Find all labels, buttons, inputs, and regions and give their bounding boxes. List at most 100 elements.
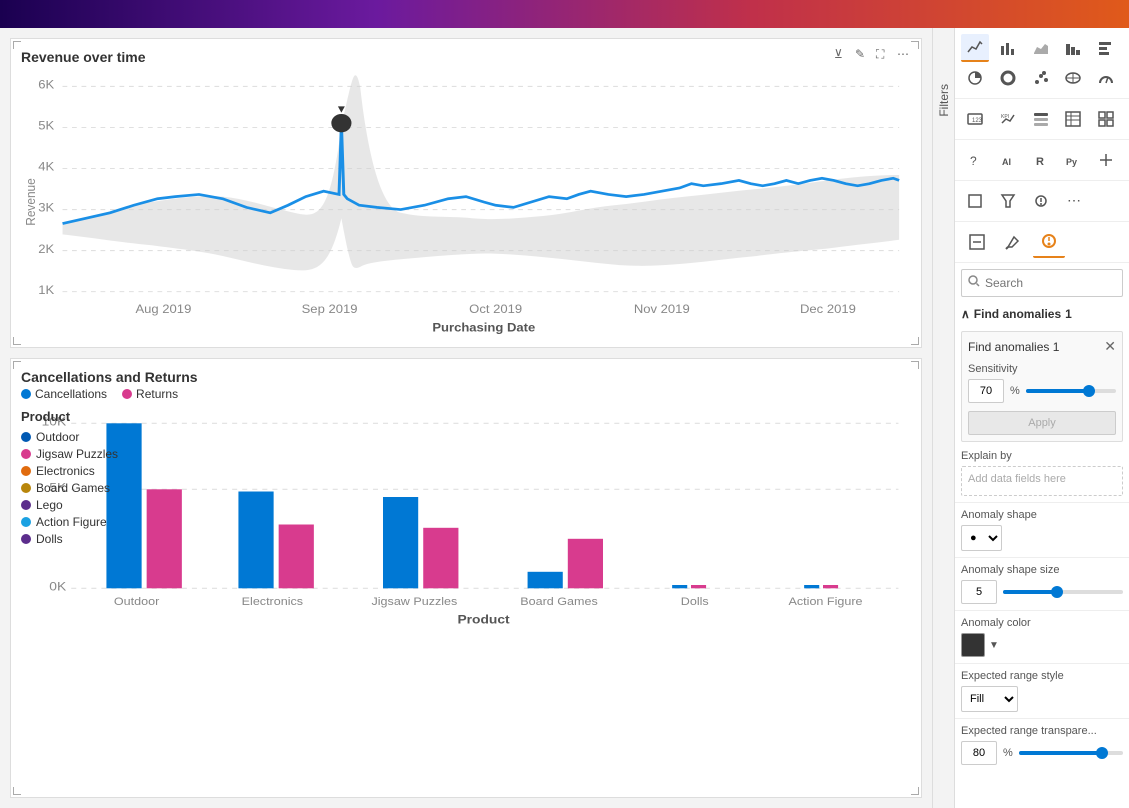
transparency-slider[interactable] [1019,751,1123,755]
close-anomaly-btn[interactable]: ✕ [1104,338,1116,355]
legend-lego: Lego [21,498,118,512]
viz-icon-area[interactable] [1027,34,1055,62]
anomaly-size-slider[interactable] [1003,590,1123,594]
svg-text:4K: 4K [38,160,55,173]
svg-text:Nov 2019: Nov 2019 [634,303,690,316]
svg-text:123: 123 [972,118,983,124]
search-input[interactable] [985,276,1116,290]
filters-label[interactable]: Filters [933,78,955,123]
resize-bl-2[interactable] [13,787,21,795]
viz-icon-gauge[interactable] [1092,64,1120,92]
filter-icon[interactable]: ⊻ [834,47,850,63]
expand-icon[interactable]: ⛶ [876,47,892,63]
viz-icon-decomp[interactable] [1092,146,1120,174]
viz-icon-r[interactable]: R [1027,146,1055,174]
viz-icon-slicer[interactable] [1027,105,1055,133]
anomaly-shape-select[interactable]: ● ▲ ■ [961,525,1002,551]
sensitivity-section: Sensitivity % [968,363,1116,403]
viz-icon-kpi[interactable]: KPI [994,105,1022,133]
search-box[interactable] [961,269,1123,297]
viz-icon-map[interactable] [1059,64,1087,92]
viz-icon-scatter[interactable] [1027,64,1055,92]
anomaly-color-label: Anomaly color [961,617,1123,629]
viz-icon-shape[interactable] [961,187,989,215]
sensitivity-slider[interactable] [1026,389,1116,393]
legend-jigsaw: Jigsaw Puzzles [21,447,118,461]
product-legend: Product Outdoor Jigsaw Puzzles Electroni… [21,409,118,549]
expected-range-style-select[interactable]: Fill Line None [961,686,1018,712]
resize-br-2[interactable] [911,787,919,795]
viz-icons-top [955,28,1129,99]
anomaly-size-input[interactable] [961,580,997,604]
resize-bl[interactable] [13,337,21,345]
viz-icon-qna[interactable]: ? [961,146,989,174]
resize-tl-2[interactable] [13,361,21,369]
svg-text:Product: Product [457,612,510,626]
svg-text:KPI: KPI [1001,114,1009,120]
anomaly-shape-label: Anomaly shape [961,509,1123,521]
find-anomalies-label: Find anomalies [974,307,1061,321]
svg-text:⋯: ⋯ [1067,193,1081,208]
format-tool[interactable] [961,226,993,258]
viz-icon-smart[interactable] [1027,187,1055,215]
svg-text:Board Games: Board Games [520,595,598,608]
explain-by-box[interactable]: Add data fields here [961,466,1123,496]
svg-text:Outdoor: Outdoor [114,595,159,608]
legend-label-jigsaw: Jigsaw Puzzles [36,447,118,461]
svg-text:Electronics: Electronics [242,595,304,608]
resize-tl[interactable] [13,41,21,49]
viz-icon-donut[interactable] [994,64,1022,92]
viz-icon-pie[interactable] [961,64,989,92]
legend-boardgames: Board Games [21,481,118,495]
color-chevron-icon[interactable]: ▼ [989,640,999,651]
apply-button[interactable]: Apply [968,411,1116,435]
svg-text:Purchasing Date: Purchasing Date [432,321,535,334]
transparency-thumb[interactable] [1096,747,1108,759]
svg-text:0K: 0K [49,579,66,593]
cancellations-chart-title: Cancellations and Returns [21,369,198,385]
viz-icon-bar[interactable] [994,34,1022,62]
legend-label-lego: Lego [36,498,63,512]
sensitivity-pct: % [1010,385,1020,397]
transparency-input[interactable] [961,741,997,765]
find-anomalies-header[interactable]: ∧ Find anomalies 1 [955,303,1129,325]
anomaly-shape-section: Anomaly shape ● ▲ ■ [955,502,1129,557]
legend-label-dolls: Dolls [36,532,63,546]
anomaly-size-thumb[interactable] [1051,586,1063,598]
svg-text:Dec 2019: Dec 2019 [800,303,856,316]
sensitivity-input[interactable] [968,379,1004,403]
legend-label-electronics: Electronics [36,464,95,478]
anomaly-color-swatch[interactable] [961,633,985,657]
more-icon[interactable]: ⋯ [897,47,913,63]
revenue-svg: 6K 5K 4K 3K 2K 1K Revenue [21,67,911,337]
legend-dot-returns [122,389,132,399]
viz-icon-table[interactable] [1059,105,1087,133]
viz-icon-funnel[interactable] [994,187,1022,215]
sensitivity-thumb[interactable] [1083,385,1095,397]
viz-icon-line[interactable] [961,34,989,62]
analytics-tool[interactable] [1033,226,1065,258]
content-area: Revenue over time ⊻ ✎ ⛶ ⋯ 6K 5K 4K 3K 2K… [0,28,932,808]
viz-icon-card[interactable]: 123 [961,105,989,133]
filters-tab[interactable]: Filters [932,28,954,808]
viz-icons-3: ? AI R Py [955,140,1129,181]
search-icon [968,274,980,292]
viz-icon-py[interactable]: Py [1059,146,1087,174]
viz-icons-4: ⋯ [955,181,1129,222]
viz-icon-hbar[interactable] [1092,34,1120,62]
transparency-pct: % [1003,747,1013,759]
viz-icon-ai[interactable]: AI [994,146,1022,174]
sensitivity-track [1026,389,1089,393]
svg-text:2K: 2K [38,242,55,255]
revenue-chart-title: Revenue over time [21,49,146,65]
svg-text:▼: ▼ [336,104,348,115]
viz-icon-matrix[interactable] [1092,105,1120,133]
paint-tool[interactable] [997,226,1029,258]
viz-icon-column[interactable] [1059,34,1087,62]
viz-icon-more2[interactable]: ⋯ [1059,187,1087,215]
resize-br[interactable] [911,337,919,345]
edit-icon[interactable]: ✎ [855,47,871,63]
chart-legend: Cancellations Returns [21,387,911,401]
resize-tr-2[interactable] [911,361,919,369]
anomaly-color-section: Anomaly color ▼ [955,610,1129,663]
